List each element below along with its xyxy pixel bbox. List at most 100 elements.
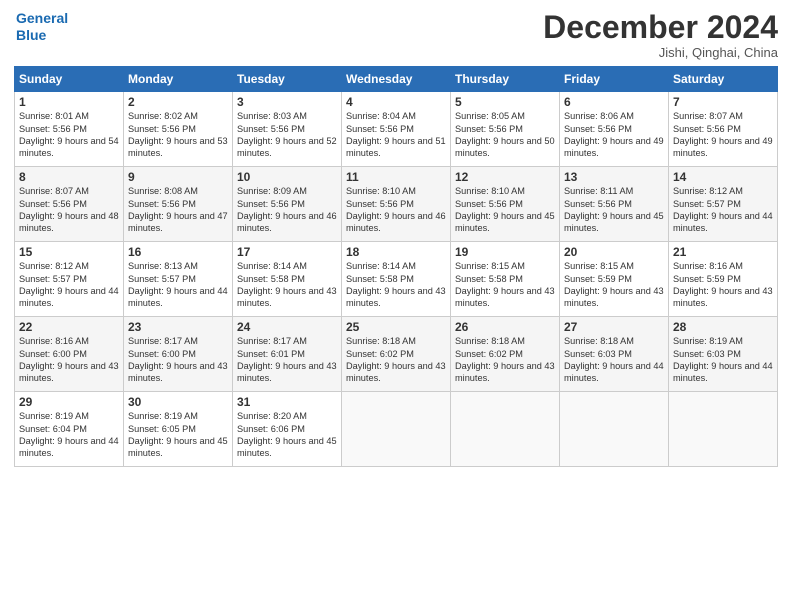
table-row: 12 Sunrise: 8:10 AM Sunset: 5:56 PM Dayl… <box>451 167 560 242</box>
table-row: 7 Sunrise: 8:07 AM Sunset: 5:56 PM Dayli… <box>669 92 778 167</box>
day-number: 18 <box>346 245 446 259</box>
day-info: Sunrise: 8:05 AM Sunset: 5:56 PM Dayligh… <box>455 110 555 160</box>
title-block: December 2024 Jishi, Qinghai, China <box>543 10 778 60</box>
logo-general: General <box>16 10 68 27</box>
table-row <box>669 392 778 467</box>
day-number: 23 <box>128 320 228 334</box>
day-number: 10 <box>237 170 337 184</box>
day-info: Sunrise: 8:08 AM Sunset: 5:56 PM Dayligh… <box>128 185 228 235</box>
day-number: 30 <box>128 395 228 409</box>
day-info: Sunrise: 8:20 AM Sunset: 6:06 PM Dayligh… <box>237 410 337 460</box>
table-row: 18 Sunrise: 8:14 AM Sunset: 5:58 PM Dayl… <box>342 242 451 317</box>
table-row: 2 Sunrise: 8:02 AM Sunset: 5:56 PM Dayli… <box>124 92 233 167</box>
day-number: 15 <box>19 245 119 259</box>
calendar-row: 29 Sunrise: 8:19 AM Sunset: 6:04 PM Dayl… <box>15 392 778 467</box>
day-number: 8 <box>19 170 119 184</box>
col-tuesday: Tuesday <box>233 67 342 92</box>
day-number: 20 <box>564 245 664 259</box>
page-container: General Blue General Blue December 2024 … <box>0 0 792 475</box>
table-row: 25 Sunrise: 8:18 AM Sunset: 6:02 PM Dayl… <box>342 317 451 392</box>
table-row: 10 Sunrise: 8:09 AM Sunset: 5:56 PM Dayl… <box>233 167 342 242</box>
day-info: Sunrise: 8:15 AM Sunset: 5:58 PM Dayligh… <box>455 260 555 310</box>
day-number: 24 <box>237 320 337 334</box>
day-info: Sunrise: 8:19 AM Sunset: 6:03 PM Dayligh… <box>673 335 773 385</box>
day-number: 29 <box>19 395 119 409</box>
col-wednesday: Wednesday <box>342 67 451 92</box>
day-number: 11 <box>346 170 446 184</box>
day-info: Sunrise: 8:19 AM Sunset: 6:04 PM Dayligh… <box>19 410 119 460</box>
table-row: 19 Sunrise: 8:15 AM Sunset: 5:58 PM Dayl… <box>451 242 560 317</box>
day-info: Sunrise: 8:16 AM Sunset: 6:00 PM Dayligh… <box>19 335 119 385</box>
day-info: Sunrise: 8:19 AM Sunset: 6:05 PM Dayligh… <box>128 410 228 460</box>
day-info: Sunrise: 8:10 AM Sunset: 5:56 PM Dayligh… <box>346 185 446 235</box>
table-row: 31 Sunrise: 8:20 AM Sunset: 6:06 PM Dayl… <box>233 392 342 467</box>
day-info: Sunrise: 8:17 AM Sunset: 6:01 PM Dayligh… <box>237 335 337 385</box>
calendar-row: 22 Sunrise: 8:16 AM Sunset: 6:00 PM Dayl… <box>15 317 778 392</box>
table-row: 20 Sunrise: 8:15 AM Sunset: 5:59 PM Dayl… <box>560 242 669 317</box>
table-row: 23 Sunrise: 8:17 AM Sunset: 6:00 PM Dayl… <box>124 317 233 392</box>
day-number: 7 <box>673 95 773 109</box>
logo-blue: Blue <box>16 27 68 44</box>
day-info: Sunrise: 8:18 AM Sunset: 6:02 PM Dayligh… <box>455 335 555 385</box>
day-info: Sunrise: 8:15 AM Sunset: 5:59 PM Dayligh… <box>564 260 664 310</box>
day-info: Sunrise: 8:13 AM Sunset: 5:57 PM Dayligh… <box>128 260 228 310</box>
table-row: 28 Sunrise: 8:19 AM Sunset: 6:03 PM Dayl… <box>669 317 778 392</box>
day-number: 31 <box>237 395 337 409</box>
day-number: 6 <box>564 95 664 109</box>
day-number: 13 <box>564 170 664 184</box>
calendar-row: 15 Sunrise: 8:12 AM Sunset: 5:57 PM Dayl… <box>15 242 778 317</box>
table-row: 30 Sunrise: 8:19 AM Sunset: 6:05 PM Dayl… <box>124 392 233 467</box>
day-number: 4 <box>346 95 446 109</box>
day-info: Sunrise: 8:07 AM Sunset: 5:56 PM Dayligh… <box>19 185 119 235</box>
day-info: Sunrise: 8:12 AM Sunset: 5:57 PM Dayligh… <box>19 260 119 310</box>
table-row: 1 Sunrise: 8:01 AM Sunset: 5:56 PM Dayli… <box>15 92 124 167</box>
day-info: Sunrise: 8:17 AM Sunset: 6:00 PM Dayligh… <box>128 335 228 385</box>
table-row: 24 Sunrise: 8:17 AM Sunset: 6:01 PM Dayl… <box>233 317 342 392</box>
day-number: 1 <box>19 95 119 109</box>
table-row: 22 Sunrise: 8:16 AM Sunset: 6:00 PM Dayl… <box>15 317 124 392</box>
col-saturday: Saturday <box>669 67 778 92</box>
day-info: Sunrise: 8:11 AM Sunset: 5:56 PM Dayligh… <box>564 185 664 235</box>
month-title: December 2024 <box>543 10 778 45</box>
header: General Blue General Blue December 2024 … <box>14 10 778 60</box>
table-row <box>560 392 669 467</box>
calendar-table: Sunday Monday Tuesday Wednesday Thursday… <box>14 66 778 467</box>
day-info: Sunrise: 8:07 AM Sunset: 5:56 PM Dayligh… <box>673 110 773 160</box>
table-row: 21 Sunrise: 8:16 AM Sunset: 5:59 PM Dayl… <box>669 242 778 317</box>
day-number: 19 <box>455 245 555 259</box>
table-row <box>451 392 560 467</box>
day-number: 17 <box>237 245 337 259</box>
day-number: 3 <box>237 95 337 109</box>
day-number: 25 <box>346 320 446 334</box>
table-row: 3 Sunrise: 8:03 AM Sunset: 5:56 PM Dayli… <box>233 92 342 167</box>
day-info: Sunrise: 8:18 AM Sunset: 6:03 PM Dayligh… <box>564 335 664 385</box>
day-info: Sunrise: 8:03 AM Sunset: 5:56 PM Dayligh… <box>237 110 337 160</box>
day-info: Sunrise: 8:09 AM Sunset: 5:56 PM Dayligh… <box>237 185 337 235</box>
col-monday: Monday <box>124 67 233 92</box>
col-thursday: Thursday <box>451 67 560 92</box>
col-sunday: Sunday <box>15 67 124 92</box>
day-info: Sunrise: 8:04 AM Sunset: 5:56 PM Dayligh… <box>346 110 446 160</box>
day-info: Sunrise: 8:01 AM Sunset: 5:56 PM Dayligh… <box>19 110 119 160</box>
table-row: 16 Sunrise: 8:13 AM Sunset: 5:57 PM Dayl… <box>124 242 233 317</box>
table-row: 14 Sunrise: 8:12 AM Sunset: 5:57 PM Dayl… <box>669 167 778 242</box>
table-row <box>342 392 451 467</box>
day-info: Sunrise: 8:12 AM Sunset: 5:57 PM Dayligh… <box>673 185 773 235</box>
day-number: 26 <box>455 320 555 334</box>
day-info: Sunrise: 8:06 AM Sunset: 5:56 PM Dayligh… <box>564 110 664 160</box>
table-row: 17 Sunrise: 8:14 AM Sunset: 5:58 PM Dayl… <box>233 242 342 317</box>
day-info: Sunrise: 8:14 AM Sunset: 5:58 PM Dayligh… <box>237 260 337 310</box>
table-row: 8 Sunrise: 8:07 AM Sunset: 5:56 PM Dayli… <box>15 167 124 242</box>
day-number: 21 <box>673 245 773 259</box>
table-row: 13 Sunrise: 8:11 AM Sunset: 5:56 PM Dayl… <box>560 167 669 242</box>
day-number: 27 <box>564 320 664 334</box>
table-row: 27 Sunrise: 8:18 AM Sunset: 6:03 PM Dayl… <box>560 317 669 392</box>
calendar-row: 1 Sunrise: 8:01 AM Sunset: 5:56 PM Dayli… <box>15 92 778 167</box>
table-row: 11 Sunrise: 8:10 AM Sunset: 5:56 PM Dayl… <box>342 167 451 242</box>
location: Jishi, Qinghai, China <box>543 45 778 60</box>
table-row: 4 Sunrise: 8:04 AM Sunset: 5:56 PM Dayli… <box>342 92 451 167</box>
day-info: Sunrise: 8:16 AM Sunset: 5:59 PM Dayligh… <box>673 260 773 310</box>
day-number: 5 <box>455 95 555 109</box>
header-row: Sunday Monday Tuesday Wednesday Thursday… <box>15 67 778 92</box>
day-info: Sunrise: 8:14 AM Sunset: 5:58 PM Dayligh… <box>346 260 446 310</box>
